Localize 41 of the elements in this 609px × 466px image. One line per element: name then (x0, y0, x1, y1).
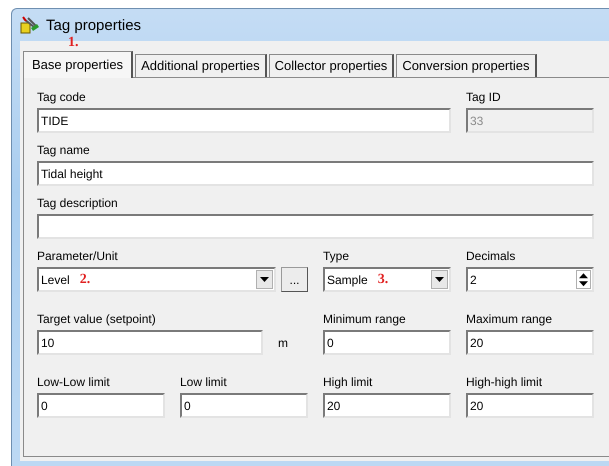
input-field[interactable]: 0 (180, 393, 308, 418)
tab[interactable]: Additional properties (135, 54, 267, 77)
dropdown-arrow-icon (260, 277, 269, 282)
field-label: High-high limit (466, 375, 544, 389)
field-label: Tag code (37, 90, 87, 104)
input-field[interactable]: 0 (323, 330, 451, 355)
input-field[interactable]: 0 (37, 393, 165, 418)
field-label: Minimum range (323, 312, 407, 326)
annotation-number: 1. (68, 37, 78, 49)
annotation-number: 2. (80, 272, 90, 288)
field-label: Tag description (37, 196, 119, 210)
unit-label: m (278, 336, 288, 350)
field-label: Low limit (180, 375, 228, 389)
input-field[interactable] (37, 214, 594, 239)
browse-button[interactable]: ... (281, 267, 308, 292)
input-field[interactable]: 20 (466, 393, 594, 418)
dropdown-arrow-icon (435, 277, 444, 282)
annotation-number: 3. (378, 272, 388, 288)
field-label: Decimals (466, 249, 516, 263)
tab[interactable]: Collector properties (268, 54, 394, 77)
tab[interactable]: Base properties (23, 51, 134, 78)
dropdown[interactable]: Level 2. (37, 267, 276, 292)
input-field[interactable]: 20 (323, 393, 451, 418)
dropdown[interactable]: Sample 3. (323, 267, 451, 292)
input-field[interactable]: 10 (37, 330, 263, 355)
input-field[interactable]: 20 (466, 330, 594, 355)
spinner-icon[interactable] (576, 270, 591, 289)
field-label: Target value (setpoint) (37, 312, 157, 326)
tab[interactable]: Conversion properties (396, 54, 536, 77)
window-title: Tag properties (46, 16, 142, 34)
input-field[interactable]: TIDE (37, 108, 451, 133)
field-label: High limit (323, 375, 374, 389)
field-label: Maximum range (466, 312, 554, 326)
field-label: Type (323, 249, 350, 263)
field-label: Parameter/Unit (37, 249, 119, 263)
input-field[interactable]: Tidal height (37, 161, 594, 186)
spin-field[interactable]: 2 (466, 267, 594, 292)
field-label: Tag ID (466, 90, 502, 104)
app-icon (20, 16, 40, 34)
field-label: Low-Low limit (37, 375, 111, 389)
field-label: Tag name (37, 143, 91, 157)
